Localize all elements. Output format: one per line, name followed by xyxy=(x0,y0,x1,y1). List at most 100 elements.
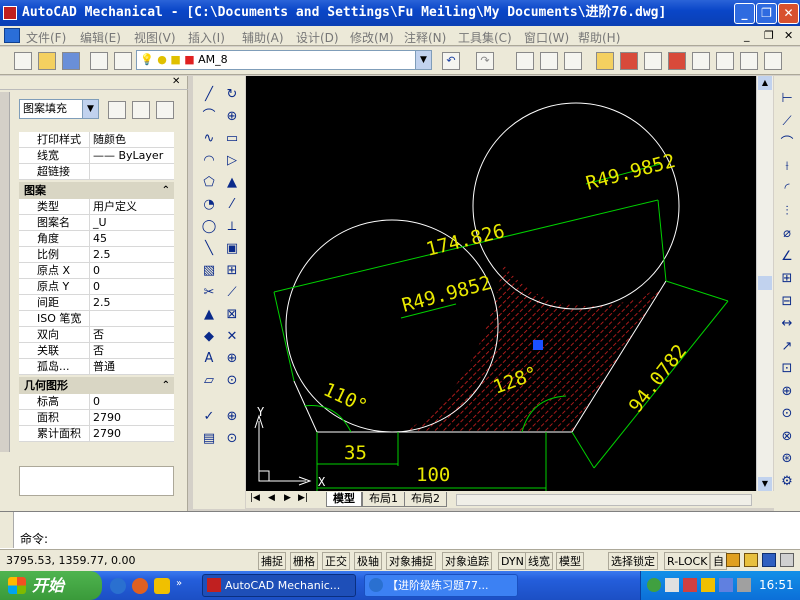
region-icon[interactable]: ◆ xyxy=(198,326,220,348)
toggle-lineweight[interactable]: 线宽 xyxy=(525,552,553,570)
dim-radius-left[interactable]: R49.9852 xyxy=(400,272,494,317)
trim-icon[interactable]: ⟂ xyxy=(221,216,243,238)
tab-model[interactable]: 模型 xyxy=(326,492,362,507)
menu-insert[interactable]: 插入(I) xyxy=(188,29,225,46)
tray-settings-icon[interactable] xyxy=(726,553,740,567)
mirror-icon[interactable]: ▷ xyxy=(221,150,243,172)
select-objects-icon[interactable] xyxy=(132,101,150,119)
menu-design[interactable]: 设计(D) xyxy=(296,29,339,46)
gradient-icon[interactable]: ▤ xyxy=(198,428,220,450)
note-icon[interactable] xyxy=(740,52,758,70)
property-row[interactable]: 原点 X0 xyxy=(19,263,174,279)
table-icon[interactable] xyxy=(564,52,582,70)
new-file-icon[interactable] xyxy=(14,52,32,70)
property-value[interactable]: 随颜色 xyxy=(91,132,174,147)
auto-toggle[interactable]: 自 xyxy=(710,552,727,570)
quicklaunch-ie-icon[interactable] xyxy=(110,578,126,594)
dim-edit-icon[interactable]: ⊙ xyxy=(776,403,798,425)
property-value[interactable]: 0 xyxy=(91,279,174,294)
menu-modify[interactable]: 修改(M) xyxy=(350,29,394,46)
explode-icon[interactable]: ✕ xyxy=(221,326,243,348)
dim-aligned-icon[interactable]: ⟋ xyxy=(776,111,798,133)
scroll-up-icon[interactable]: ▲ xyxy=(758,76,772,90)
symbol-icon[interactable] xyxy=(668,52,686,70)
dim-icon[interactable] xyxy=(516,52,534,70)
dim-linear-icon[interactable]: ⊢ xyxy=(776,88,798,110)
property-value[interactable]: 2790 xyxy=(91,426,174,441)
dim-radius-top[interactable]: R49.9852 xyxy=(584,150,678,195)
toggle-grid[interactable]: 栅格 xyxy=(290,552,318,570)
restore-button[interactable]: ❐ xyxy=(756,3,777,24)
dim-update-icon[interactable]: ⊛ xyxy=(776,448,798,470)
chevron-up-icon[interactable]: ⌃ xyxy=(162,377,170,394)
property-value[interactable]: 2.5 xyxy=(91,295,174,310)
property-row[interactable]: 超链接 xyxy=(19,164,174,180)
zoom-out-icon[interactable]: ⊙ xyxy=(221,428,243,450)
menu-edit[interactable]: 编辑(E) xyxy=(80,29,121,46)
property-value[interactable]: 2.5 xyxy=(91,247,174,262)
prev-tab-icon[interactable]: ◀ xyxy=(268,493,275,503)
close-icon[interactable]: ✕ xyxy=(172,76,180,87)
property-value[interactable]: _U xyxy=(91,215,174,230)
pen-icon[interactable] xyxy=(596,52,614,70)
first-tab-icon[interactable]: |◀ xyxy=(250,493,260,503)
copy-icon[interactable]: ▭ xyxy=(221,128,243,150)
grid-icon[interactable] xyxy=(540,52,558,70)
quicklaunch-app-icon[interactable] xyxy=(154,578,170,594)
property-value[interactable]: 0 xyxy=(91,263,174,278)
menu-window[interactable]: 窗口(W) xyxy=(524,29,569,46)
dim-aligned-long[interactable]: 174.826 xyxy=(424,220,507,261)
section-geometry[interactable]: 几何图形 ⌃ xyxy=(19,377,174,394)
last-tab-icon[interactable]: ▶| xyxy=(298,493,308,503)
edit-icon[interactable] xyxy=(692,52,710,70)
property-row[interactable]: 类型 用户定义 xyxy=(19,199,174,215)
scroll-thumb[interactable] xyxy=(758,276,772,290)
dim-arc-icon[interactable]: ⌒ xyxy=(776,133,798,155)
center-mark-icon[interactable]: ⊕ xyxy=(776,381,798,403)
cloud-icon[interactable]: ◯ xyxy=(198,216,220,238)
property-value[interactable]: 否 xyxy=(91,343,174,358)
chamfer-icon[interactable]: ⟋ xyxy=(221,282,243,304)
communication-icon[interactable] xyxy=(762,553,776,567)
document-icon[interactable] xyxy=(4,28,20,43)
menu-annotate[interactable]: 注释(N) xyxy=(404,29,446,46)
property-value[interactable]: 否 xyxy=(91,327,174,342)
baseline-icon[interactable]: ⊟ xyxy=(776,291,798,313)
hatch-icon[interactable]: ▧ xyxy=(198,260,220,282)
scroll-down-icon[interactable]: ▼ xyxy=(758,477,772,491)
rotate-icon[interactable]: ↻ xyxy=(221,84,243,106)
r-lock[interactable]: R-LOCK xyxy=(664,552,711,570)
menu-restore-icon[interactable]: ❐ xyxy=(764,29,774,42)
property-row[interactable]: 图案名 _U xyxy=(19,215,174,231)
coordinate-readout[interactable]: 3795.53, 1359.77, 0.00 xyxy=(6,554,135,567)
toggle-model[interactable]: 模型 xyxy=(556,552,584,570)
offset-icon[interactable]: ▲ xyxy=(221,172,243,194)
arc-icon[interactable]: ◠ xyxy=(198,150,220,172)
property-value[interactable]: 2790 xyxy=(91,410,174,425)
menu-assist[interactable]: 辅助(A) xyxy=(242,29,284,46)
hatch-tool-icon[interactable] xyxy=(644,52,662,70)
command-grip[interactable] xyxy=(0,512,14,548)
clock[interactable]: 16:51 xyxy=(759,578,794,592)
section-pattern[interactable]: 图案 ⌃ xyxy=(19,182,174,199)
toggle-pickadd-icon[interactable] xyxy=(108,101,126,119)
chevron-up-icon[interactable]: ⌃ xyxy=(162,182,170,199)
polyline-icon[interactable]: ⌒ xyxy=(198,106,220,128)
property-row[interactable]: ISO 笔宽 xyxy=(19,311,174,327)
layer-select[interactable]: 💡 ● ■ ■ AM_8 ▼ xyxy=(136,50,432,70)
balloon-icon[interactable] xyxy=(620,52,638,70)
property-value[interactable]: —— ByLayer xyxy=(91,148,174,163)
property-row[interactable]: 打印样式 随颜色 xyxy=(19,132,174,148)
dim-diagonal[interactable]: 94.0782 xyxy=(625,340,692,417)
continue-icon[interactable]: ↔ xyxy=(776,313,798,335)
quick-dim-icon[interactable]: ⊞ xyxy=(776,268,798,290)
tray-volume-icon[interactable] xyxy=(719,578,733,592)
tray-app-icon[interactable] xyxy=(701,578,715,592)
array-icon[interactable]: ⊞ xyxy=(221,260,243,282)
zoom-window-icon[interactable]: ⊙ xyxy=(221,370,243,392)
xline-icon[interactable]: ╲ xyxy=(198,238,220,260)
start-button[interactable]: 开始 xyxy=(0,571,102,600)
app-icon[interactable] xyxy=(3,6,17,20)
zoom-in-icon[interactable]: ⊕ xyxy=(221,406,243,428)
scale-icon[interactable]: ⊠ xyxy=(221,304,243,326)
